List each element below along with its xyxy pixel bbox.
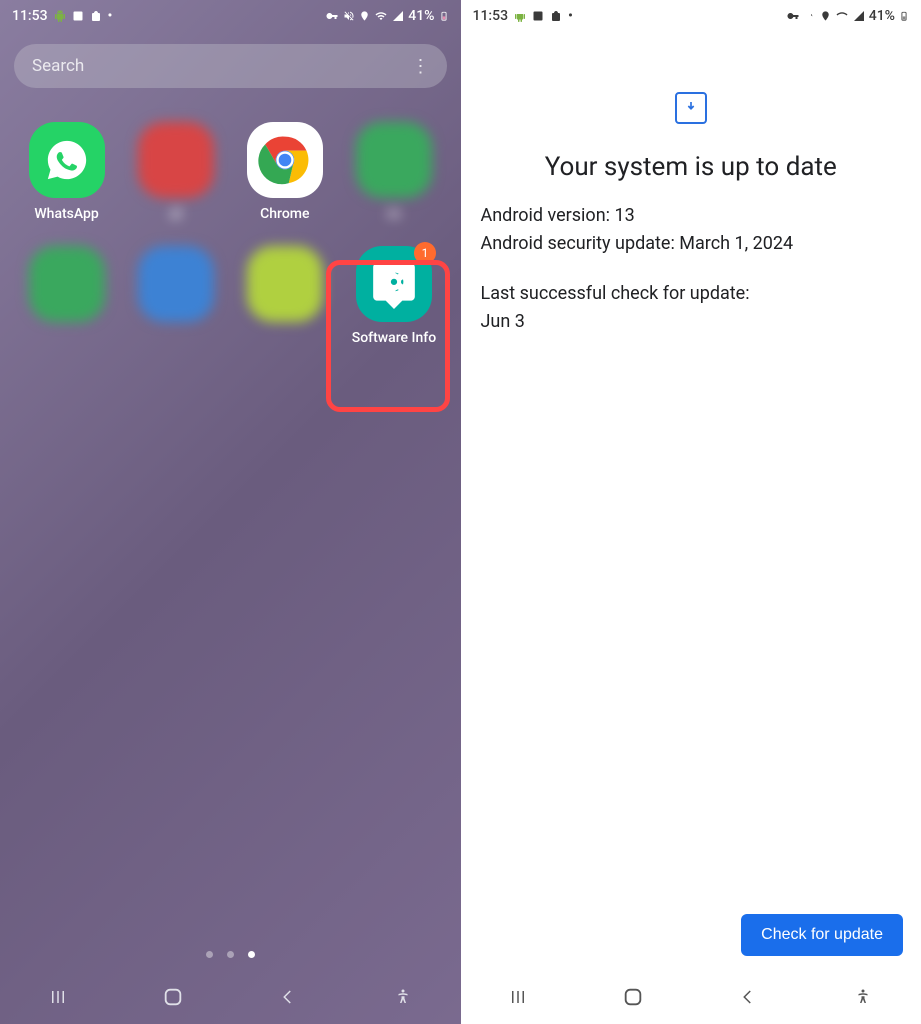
back-button[interactable] (735, 984, 761, 1010)
dot[interactable] (227, 951, 234, 958)
blurred-icon (29, 246, 105, 322)
status-dot: • (108, 8, 113, 24)
update-title: Your system is up to date (545, 152, 837, 182)
android-icon (54, 10, 66, 22)
app-label (65, 330, 68, 346)
battery-text: 41% (408, 8, 434, 24)
vpn-icon (325, 10, 339, 22)
battery-text: 41% (869, 8, 895, 24)
app-blurred-5[interactable] (12, 246, 121, 346)
dot-active[interactable] (248, 951, 255, 958)
app-label (174, 330, 177, 346)
app-label: WhatsApp (34, 206, 98, 222)
gallery-icon (532, 10, 544, 22)
status-time: 11:53 (12, 8, 48, 24)
blurred-icon (138, 122, 214, 198)
recent-apps-button[interactable] (45, 984, 71, 1010)
mute-icon (804, 10, 816, 22)
app-grid: WhatsApp al Chrome m (0, 100, 461, 368)
status-dot: • (568, 8, 573, 24)
recent-apps-button[interactable] (505, 984, 531, 1010)
last-check-date: Jun 3 (481, 308, 902, 336)
wifi-icon (835, 10, 849, 22)
app-blurred-2[interactable]: al (121, 122, 230, 222)
status-bar-left: 11:53 • (0, 0, 461, 32)
check-for-update-button[interactable]: Check for update (741, 914, 903, 956)
app-chrome[interactable]: Chrome (230, 122, 339, 222)
blurred-icon (247, 246, 323, 322)
navigation-bar (461, 970, 921, 1024)
app-whatsapp[interactable]: WhatsApp (12, 122, 121, 222)
blurred-icon (356, 122, 432, 198)
shopping-icon (90, 10, 102, 22)
search-bar[interactable]: Search ⋮ (14, 44, 447, 88)
battery-icon (439, 9, 449, 23)
android-icon (514, 10, 526, 22)
location-icon (359, 10, 370, 22)
status-time: 11:53 (473, 8, 509, 24)
dot[interactable] (206, 951, 213, 958)
page-indicator (0, 951, 461, 958)
whatsapp-icon (29, 122, 105, 198)
wifi-icon (374, 10, 388, 22)
vpn-icon (786, 10, 800, 22)
system-update-screen: 11:53 • (461, 0, 921, 1024)
system-update-icon (675, 92, 707, 124)
app-blurred-4[interactable]: m (339, 122, 448, 222)
notification-badge: 1 (414, 242, 436, 264)
signal-icon (392, 10, 404, 22)
shopping-icon (550, 10, 562, 22)
chrome-icon (247, 122, 323, 198)
app-blurred-7[interactable] (230, 246, 339, 346)
android-version-line: Android version: 13 (481, 202, 902, 230)
home-screen: 11:53 • (0, 0, 461, 1024)
app-blurred-6[interactable] (121, 246, 230, 346)
home-button[interactable] (620, 984, 646, 1010)
gallery-icon (72, 10, 84, 22)
status-bar-right: 11:53 • (461, 0, 921, 32)
home-button[interactable] (160, 984, 186, 1010)
last-check-label: Last successful check for update: (481, 280, 902, 308)
blurred-icon (138, 246, 214, 322)
signal-icon (853, 10, 865, 22)
app-label: Chrome (260, 206, 309, 222)
more-icon[interactable]: ⋮ (412, 56, 429, 77)
app-label: Software Info (352, 330, 436, 346)
location-icon (820, 10, 831, 22)
accessibility-button[interactable] (850, 984, 876, 1010)
battery-icon (899, 9, 909, 23)
app-label: al (170, 206, 181, 222)
navigation-bar (0, 970, 461, 1024)
security-update-line: Android security update: March 1, 2024 (481, 230, 902, 258)
app-label: m (388, 206, 400, 222)
search-placeholder: Search (32, 56, 412, 76)
mute-icon (343, 10, 355, 22)
accessibility-button[interactable] (390, 984, 416, 1010)
app-software-info[interactable]: 1 Software Info (339, 246, 448, 346)
app-label (283, 330, 286, 346)
software-info-icon: 1 (356, 246, 432, 322)
back-button[interactable] (275, 984, 301, 1010)
